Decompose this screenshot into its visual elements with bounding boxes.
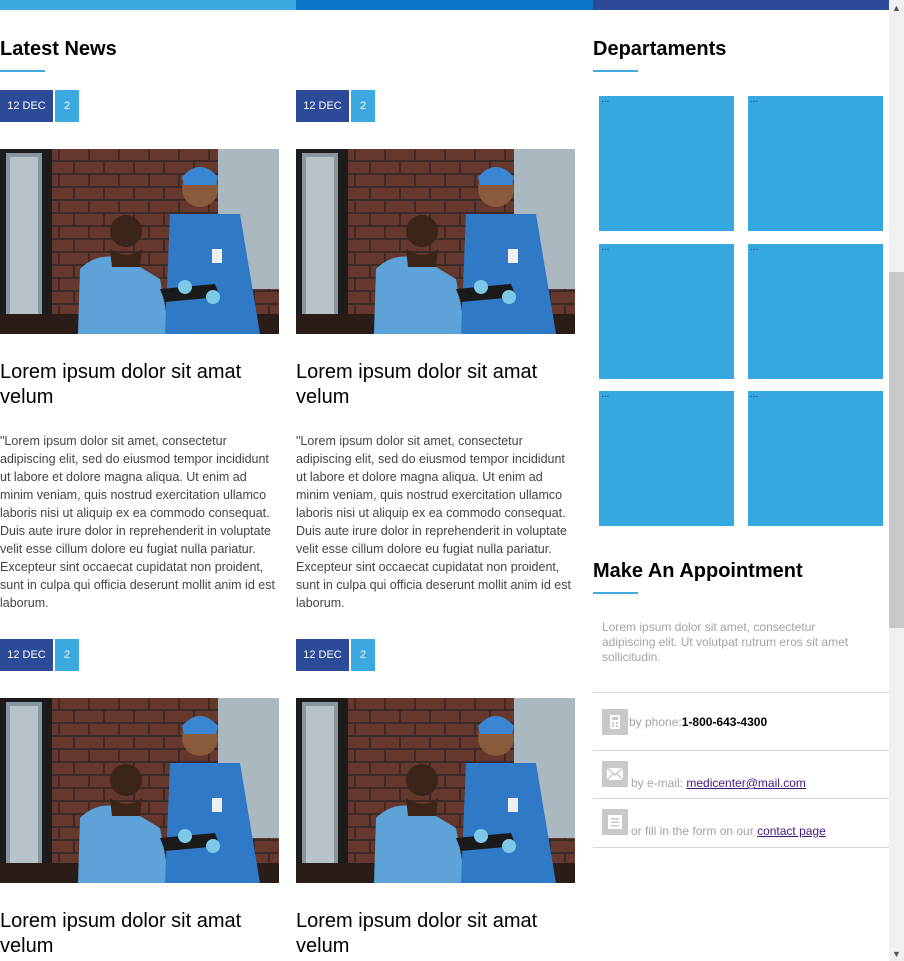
news-photo[interactable] bbox=[296, 149, 575, 334]
appointment-description: Lorem ipsum dolor sit amet, consectetur … bbox=[602, 620, 849, 664]
scroll-up-icon[interactable]: ▲ bbox=[889, 0, 904, 15]
heading-underline bbox=[0, 70, 45, 72]
news-photo[interactable] bbox=[296, 698, 575, 883]
email-label: by e-mail: bbox=[631, 776, 684, 790]
top-bar-segment bbox=[296, 0, 593, 10]
date-badge: 12 DEC bbox=[296, 639, 349, 671]
news-photo[interactable] bbox=[0, 149, 279, 334]
comment-count-badge[interactable]: 2 bbox=[351, 90, 375, 122]
form-line: or fill in the form on our contact page bbox=[631, 824, 826, 838]
contact-phone-row: by phone:1-800-643-4300 bbox=[593, 692, 889, 751]
news-excerpt: "Lorem ipsum dolor sit amet, consectetur… bbox=[0, 434, 275, 610]
comment-count-badge[interactable]: 2 bbox=[55, 90, 79, 122]
news-title[interactable]: Lorem ipsum dolor sit amat velum bbox=[296, 360, 571, 410]
department-tile[interactable]: ... bbox=[599, 389, 734, 526]
phone-line: by phone:1-800-643-4300 bbox=[629, 715, 767, 729]
top-color-bar bbox=[0, 0, 889, 10]
news-meta: 12 DEC 2 bbox=[296, 90, 375, 122]
department-tile-label: ... bbox=[750, 242, 759, 253]
date-badge: 12 DEC bbox=[0, 639, 53, 671]
departments-heading: Departaments bbox=[593, 38, 727, 60]
appointment-heading: Make An Appointment bbox=[593, 560, 803, 582]
department-tile[interactable]: ... bbox=[748, 242, 883, 379]
top-bar-segment bbox=[593, 0, 889, 10]
news-title[interactable]: Lorem ipsum dolor sit amat velum bbox=[0, 909, 275, 959]
top-bar-segment bbox=[0, 0, 296, 10]
phone-icon bbox=[602, 709, 628, 735]
scrollbar-thumb[interactable] bbox=[889, 272, 904, 628]
news-meta: 12 DEC 2 bbox=[0, 639, 79, 671]
contact-email-row: by e-mail: medicenter@mail.com bbox=[593, 750, 889, 799]
email-link[interactable]: medicenter@mail.com bbox=[686, 776, 806, 790]
department-tile-label: ... bbox=[601, 389, 610, 400]
contact-page-link[interactable]: contact page bbox=[757, 824, 826, 838]
department-tile-label: ... bbox=[601, 242, 610, 253]
form-label: or fill in the form on our bbox=[631, 824, 754, 838]
department-tile[interactable]: ... bbox=[748, 389, 883, 526]
phone-label: by phone: bbox=[629, 715, 682, 729]
department-tile-label: ... bbox=[601, 94, 610, 105]
form-icon bbox=[602, 809, 628, 835]
news-title[interactable]: Lorem ipsum dolor sit amat velum bbox=[296, 909, 571, 959]
news-meta: 12 DEC 2 bbox=[0, 90, 79, 122]
department-tile[interactable]: ... bbox=[599, 94, 734, 231]
heading-underline bbox=[593, 592, 638, 594]
department-tile[interactable]: ... bbox=[748, 94, 883, 231]
phone-number[interactable]: 1-800-643-4300 bbox=[682, 715, 767, 729]
latest-news-heading: Latest News bbox=[0, 38, 117, 60]
news-photo[interactable] bbox=[0, 698, 279, 883]
email-line: by e-mail: medicenter@mail.com bbox=[631, 776, 806, 790]
date-badge: 12 DEC bbox=[296, 90, 349, 122]
comment-count-badge[interactable]: 2 bbox=[55, 639, 79, 671]
news-meta: 12 DEC 2 bbox=[296, 639, 375, 671]
news-title[interactable]: Lorem ipsum dolor sit amat velum bbox=[0, 360, 275, 410]
department-tile[interactable]: ... bbox=[599, 242, 734, 379]
news-excerpt: "Lorem ipsum dolor sit amet, consectetur… bbox=[296, 434, 571, 610]
department-tile-label: ... bbox=[750, 94, 759, 105]
department-tile-label: ... bbox=[750, 389, 759, 400]
scroll-down-icon[interactable]: ▼ bbox=[889, 946, 904, 961]
contact-form-row: or fill in the form on our contact page bbox=[593, 798, 889, 848]
comment-count-badge[interactable]: 2 bbox=[351, 639, 375, 671]
heading-underline bbox=[593, 70, 638, 72]
mail-icon bbox=[602, 761, 628, 787]
date-badge: 12 DEC bbox=[0, 90, 53, 122]
